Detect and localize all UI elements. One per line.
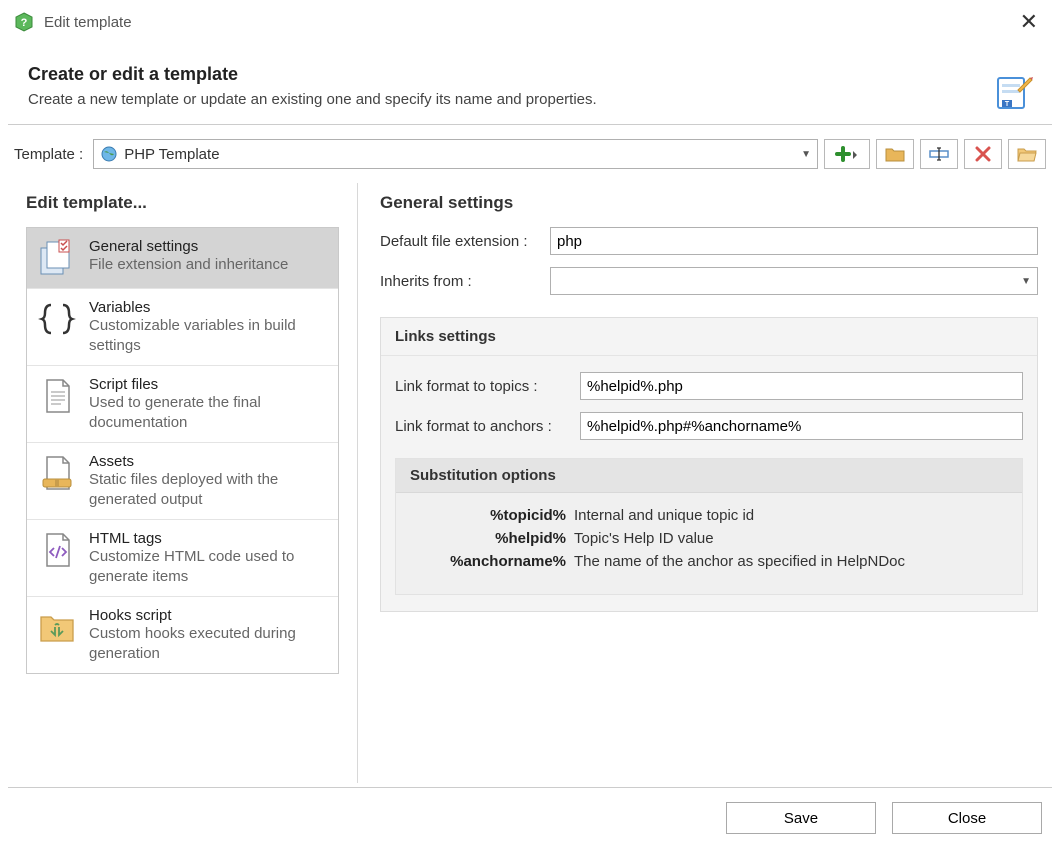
delete-button[interactable] bbox=[964, 139, 1002, 169]
header: Create or edit a template Create a new t… bbox=[0, 44, 1060, 124]
template-select[interactable]: PHP Template ▼ bbox=[93, 139, 818, 169]
substitution-panel: Substitution options %topicid% Internal … bbox=[395, 458, 1023, 595]
sub-key: %topicid% bbox=[414, 507, 574, 524]
titlebar: ? Edit template ✕ bbox=[0, 0, 1060, 44]
chevron-down-icon: ▼ bbox=[801, 149, 811, 160]
braces-icon bbox=[37, 299, 77, 339]
rename-button[interactable] bbox=[920, 139, 958, 169]
open-folder-button[interactable] bbox=[876, 139, 914, 169]
row-link-anchors: Link format to anchors : bbox=[395, 412, 1023, 440]
nav-desc: Customizable variables in build settings bbox=[89, 316, 328, 355]
sub-row-anchorname: %anchorname% The name of the anchor as s… bbox=[414, 553, 1004, 570]
sub-key: %helpid% bbox=[414, 530, 574, 547]
template-value: PHP Template bbox=[124, 146, 801, 163]
footer: Save Close bbox=[8, 787, 1052, 848]
html-code-icon bbox=[37, 530, 77, 570]
inherits-dropdown[interactable]: ▼ bbox=[550, 267, 1038, 295]
template-edit-icon: T bbox=[994, 72, 1034, 112]
add-template-button[interactable] bbox=[824, 139, 870, 169]
nav-item-assets[interactable]: Assets Static files deployed with the ge… bbox=[27, 443, 338, 520]
svg-text:?: ? bbox=[21, 17, 28, 29]
sub-val: Topic's Help ID value bbox=[574, 530, 1004, 547]
template-label: Template : bbox=[14, 146, 83, 163]
main-panel: General settings Default file extension … bbox=[358, 183, 1052, 783]
row-inherits-from: Inherits from : ▼ bbox=[380, 267, 1038, 295]
nav-desc: Static files deployed with the generated… bbox=[89, 470, 328, 509]
nav-desc: Used to generate the final documentation bbox=[89, 393, 328, 432]
header-subtext: Create a new template or update an exist… bbox=[28, 91, 1032, 108]
globe-icon bbox=[100, 145, 118, 163]
links-settings-panel: Links settings Link format to topics : L… bbox=[380, 317, 1038, 612]
sub-row-helpid: %helpid% Topic's Help ID value bbox=[414, 530, 1004, 547]
link-anchor-input[interactable] bbox=[580, 412, 1023, 440]
browse-folder-button[interactable] bbox=[1008, 139, 1046, 169]
template-row: Template : PHP Template ▼ bbox=[0, 125, 1060, 183]
default-ext-input[interactable] bbox=[550, 227, 1038, 255]
row-default-extension: Default file extension : bbox=[380, 227, 1038, 255]
hooks-folder-icon bbox=[37, 607, 77, 647]
nav-title: Script files bbox=[89, 376, 328, 393]
nav-desc: File extension and inheritance bbox=[89, 255, 288, 275]
assets-icon bbox=[37, 453, 77, 493]
nav-desc: Custom hooks executed during generation bbox=[89, 624, 328, 663]
save-button[interactable]: Save bbox=[726, 802, 876, 834]
chevron-down-icon: ▼ bbox=[1021, 276, 1031, 287]
nav-title: General settings bbox=[89, 238, 288, 255]
link-topic-label: Link format to topics : bbox=[395, 378, 580, 395]
close-icon[interactable]: ✕ bbox=[1012, 9, 1046, 35]
links-panel-title: Links settings bbox=[381, 318, 1037, 356]
script-file-icon bbox=[37, 376, 77, 416]
link-anchor-label: Link format to anchors : bbox=[395, 418, 580, 435]
default-ext-label: Default file extension : bbox=[380, 233, 550, 250]
nav-title: Assets bbox=[89, 453, 328, 470]
sidebar: Edit template... General settings File e… bbox=[8, 183, 358, 783]
svg-text:T: T bbox=[1005, 101, 1010, 108]
app-icon: ? bbox=[14, 12, 34, 32]
close-button[interactable]: Close bbox=[892, 802, 1042, 834]
nav-list: General settings File extension and inhe… bbox=[26, 227, 339, 674]
sidebar-title: Edit template... bbox=[26, 193, 339, 213]
nav-desc: Customize HTML code used to generate ite… bbox=[89, 547, 328, 586]
substitution-title: Substitution options bbox=[396, 459, 1022, 493]
nav-title: Variables bbox=[89, 299, 328, 316]
nav-item-variables[interactable]: Variables Customizable variables in buil… bbox=[27, 289, 338, 366]
inherits-label: Inherits from : bbox=[380, 273, 550, 290]
sub-val: Internal and unique topic id bbox=[574, 507, 1004, 524]
row-link-topics: Link format to topics : bbox=[395, 372, 1023, 400]
settings-icon bbox=[37, 238, 77, 278]
nav-item-general-settings[interactable]: General settings File extension and inhe… bbox=[27, 228, 338, 289]
sub-val: The name of the anchor as specified in H… bbox=[574, 553, 1004, 570]
header-heading: Create or edit a template bbox=[28, 64, 1032, 85]
nav-title: Hooks script bbox=[89, 607, 328, 624]
sub-row-topicid: %topicid% Internal and unique topic id bbox=[414, 507, 1004, 524]
nav-item-script-files[interactable]: Script files Used to generate the final … bbox=[27, 366, 338, 443]
nav-item-html-tags[interactable]: HTML tags Customize HTML code used to ge… bbox=[27, 520, 338, 597]
link-topic-input[interactable] bbox=[580, 372, 1023, 400]
window-title: Edit template bbox=[44, 14, 1012, 31]
sub-key: %anchorname% bbox=[414, 553, 574, 570]
nav-title: HTML tags bbox=[89, 530, 328, 547]
main-title: General settings bbox=[380, 193, 1038, 213]
nav-item-hooks-script[interactable]: Hooks script Custom hooks executed durin… bbox=[27, 597, 338, 673]
